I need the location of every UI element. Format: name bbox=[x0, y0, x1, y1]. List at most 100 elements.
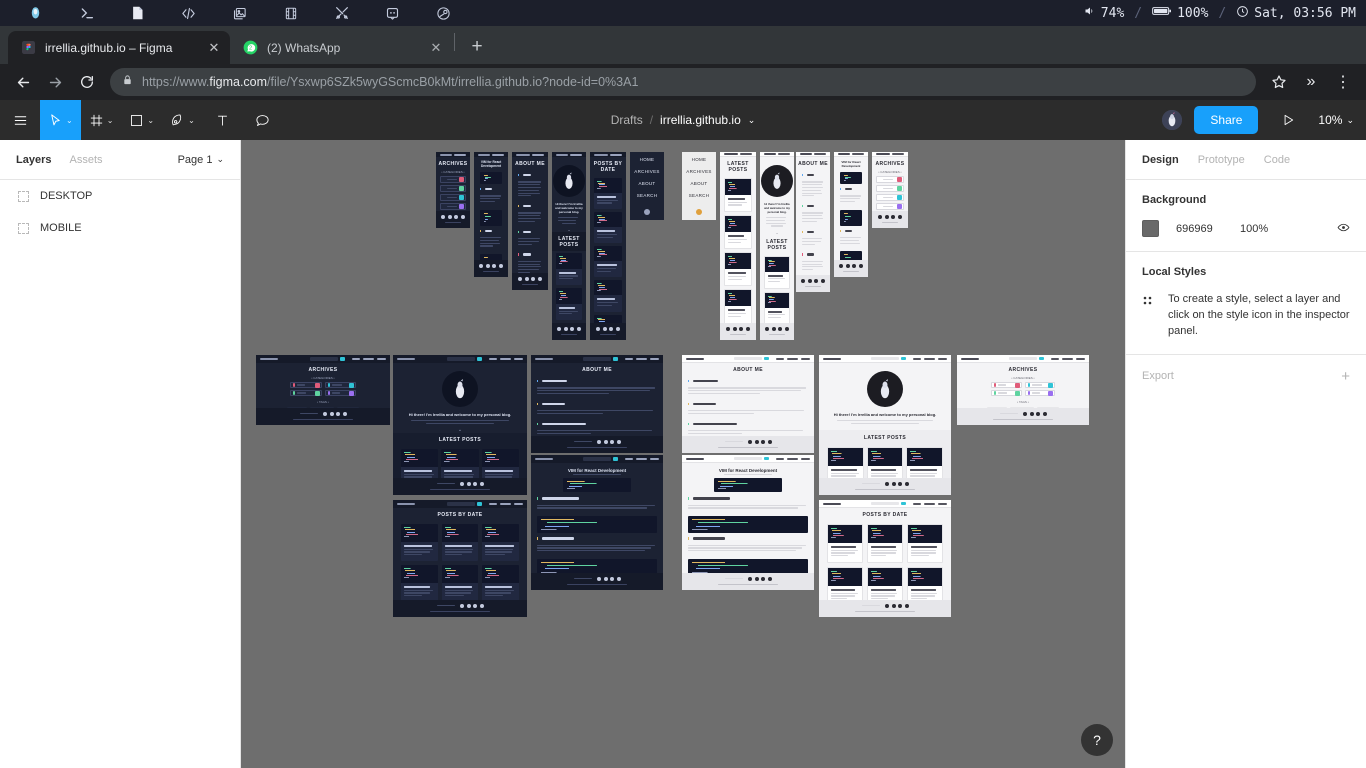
nav-links[interactable] bbox=[489, 358, 523, 360]
category-row[interactable] bbox=[440, 185, 466, 192]
tab-layers[interactable]: Layers bbox=[16, 154, 51, 166]
nav-search[interactable] bbox=[871, 502, 906, 506]
menu-item-about[interactable]: ABOUT bbox=[690, 181, 707, 186]
back-button[interactable] bbox=[8, 67, 38, 97]
browser-icon[interactable] bbox=[10, 0, 61, 26]
post-card[interactable] bbox=[556, 288, 582, 320]
social-links[interactable] bbox=[393, 604, 527, 608]
post-card[interactable] bbox=[442, 524, 479, 561]
nav-links[interactable] bbox=[1051, 358, 1085, 360]
social-links[interactable] bbox=[474, 264, 508, 268]
artboard-desktop-post-light[interactable]: VIM for React Development bbox=[682, 455, 814, 590]
terminal-icon[interactable] bbox=[61, 0, 112, 26]
tools-icon[interactable] bbox=[316, 0, 367, 26]
post-card[interactable] bbox=[482, 565, 519, 602]
artboard-mobile-about-light[interactable]: Hi there! I'm Irrellia and welcome to my… bbox=[760, 152, 794, 340]
bookmark-star-icon[interactable] bbox=[1264, 67, 1294, 97]
category-row[interactable] bbox=[876, 185, 904, 192]
artboard-mobile-about-dark[interactable]: ABOUT ME bbox=[512, 152, 548, 290]
category-row[interactable] bbox=[440, 203, 466, 210]
layer-item-desktop[interactable]: DESKTOP bbox=[0, 180, 240, 212]
artboard-mobile-aboutshort-light[interactable]: ABOUT ME bbox=[796, 152, 830, 292]
tab-close-icon[interactable]: ✕ bbox=[428, 40, 444, 56]
artboard-mobile-archives-dark[interactable]: ARCHIVES • CATEGORIES • • TAGS • bbox=[436, 152, 470, 228]
figma-canvas[interactable]: ARCHIVES • CATEGORIES • • TAGS • VIM for… bbox=[241, 140, 1125, 768]
pen-tool-button[interactable]: ⌄ bbox=[162, 100, 203, 140]
artboard-desktop-list-light[interactable]: POSTS BY DATE bbox=[819, 500, 951, 617]
add-export-button[interactable]: + bbox=[1341, 369, 1350, 384]
post-card[interactable] bbox=[401, 565, 438, 602]
social-links[interactable] bbox=[552, 327, 586, 331]
nav-search[interactable] bbox=[734, 457, 769, 461]
video-player-icon[interactable] bbox=[265, 0, 316, 26]
post-card[interactable] bbox=[556, 253, 582, 285]
browser-tab-figma[interactable]: irrellia.github.io – Figma ✕ bbox=[8, 31, 230, 64]
background-color-swatch[interactable] bbox=[1142, 220, 1159, 237]
artboard-desktop-about-light[interactable]: ABOUT ME bbox=[682, 355, 814, 453]
nav-search[interactable] bbox=[447, 357, 482, 361]
tab-design[interactable]: Design bbox=[1142, 154, 1179, 166]
category-row[interactable] bbox=[440, 194, 466, 201]
category-row[interactable] bbox=[325, 382, 357, 388]
nav-search[interactable] bbox=[447, 502, 482, 506]
nav-links[interactable] bbox=[776, 358, 810, 360]
social-links[interactable] bbox=[682, 440, 814, 444]
nav-links[interactable] bbox=[913, 358, 947, 360]
menu-item-home[interactable]: HOME bbox=[692, 157, 707, 162]
artboard-desktop-list-dark[interactable]: POSTS BY DATE bbox=[393, 500, 527, 617]
background-hex-value[interactable]: 696969 bbox=[1176, 223, 1240, 235]
post-card[interactable] bbox=[764, 256, 790, 289]
artboard-desktop-archives-light[interactable]: ARCHIVES • CATEGORIES • • TAGS • bbox=[957, 355, 1089, 425]
post-card[interactable] bbox=[827, 524, 863, 563]
category-row[interactable] bbox=[876, 176, 904, 183]
category-row[interactable] bbox=[1025, 390, 1056, 396]
shape-tool-button[interactable]: ⌄ bbox=[121, 100, 162, 140]
nav-search[interactable] bbox=[871, 357, 906, 361]
nav-search[interactable] bbox=[310, 357, 345, 361]
tab-prototype[interactable]: Prototype bbox=[1198, 154, 1245, 166]
breadcrumb-file[interactable]: irrellia.github.io bbox=[660, 113, 741, 127]
social-links[interactable] bbox=[590, 327, 626, 331]
social-links[interactable] bbox=[531, 440, 663, 444]
share-button[interactable]: Share bbox=[1194, 106, 1258, 134]
social-links[interactable] bbox=[512, 277, 548, 281]
nav-links[interactable] bbox=[625, 458, 659, 460]
text-tool-button[interactable] bbox=[203, 100, 243, 140]
theme-toggle-icon[interactable] bbox=[696, 209, 702, 215]
category-row[interactable] bbox=[290, 390, 322, 396]
nav-search[interactable] bbox=[734, 357, 769, 361]
category-row[interactable] bbox=[440, 176, 466, 183]
post-card[interactable] bbox=[907, 524, 943, 563]
forward-button[interactable] bbox=[40, 67, 70, 97]
nav-search[interactable] bbox=[583, 357, 618, 361]
zoom-level-control[interactable]: 10% ⌄ bbox=[1318, 113, 1354, 127]
social-links[interactable] bbox=[872, 215, 908, 219]
post-card[interactable] bbox=[442, 565, 479, 602]
artboard-desktop-archives-dark[interactable]: ARCHIVES • CATEGORIES • • TAGS • bbox=[256, 355, 390, 425]
eye-icon[interactable] bbox=[1337, 221, 1350, 237]
social-links[interactable] bbox=[436, 215, 470, 219]
category-row[interactable] bbox=[290, 382, 322, 388]
nav-search[interactable] bbox=[583, 457, 618, 461]
layer-item-mobile[interactable]: MOBILE bbox=[0, 212, 240, 244]
artboard-desktop-home-dark[interactable]: Hi there! I'm Irrellia and welcome to my… bbox=[393, 355, 527, 495]
frame-tool-caret[interactable]: ⌄ bbox=[107, 116, 114, 125]
category-row[interactable] bbox=[991, 382, 1022, 388]
breadcrumb-project[interactable]: Drafts bbox=[611, 113, 643, 127]
artboard-mobile-post-light[interactable]: VIM for React Development bbox=[834, 152, 868, 277]
background-opacity-value[interactable]: 100% bbox=[1240, 223, 1290, 235]
reload-button[interactable] bbox=[72, 67, 102, 97]
artboard-desktop-home-light[interactable]: Hi there! I'm Irrellia and welcome to my… bbox=[819, 355, 951, 495]
post-card[interactable] bbox=[764, 292, 790, 325]
theme-toggle-icon[interactable] bbox=[644, 209, 650, 215]
nav-links[interactable] bbox=[625, 358, 659, 360]
shape-tool-caret[interactable]: ⌄ bbox=[147, 116, 154, 125]
artboard-mobile-post-dark[interactable]: VIM for React Development bbox=[474, 152, 508, 277]
social-links[interactable] bbox=[819, 482, 951, 486]
menu-item-search[interactable]: SEARCH bbox=[689, 193, 710, 198]
tab-code[interactable]: Code bbox=[1264, 154, 1290, 166]
category-row[interactable] bbox=[876, 194, 904, 201]
artboard-mobile-list-dark[interactable]: POSTS BY DATE bbox=[590, 152, 626, 340]
present-button[interactable] bbox=[1268, 100, 1308, 140]
social-links[interactable] bbox=[796, 279, 830, 283]
